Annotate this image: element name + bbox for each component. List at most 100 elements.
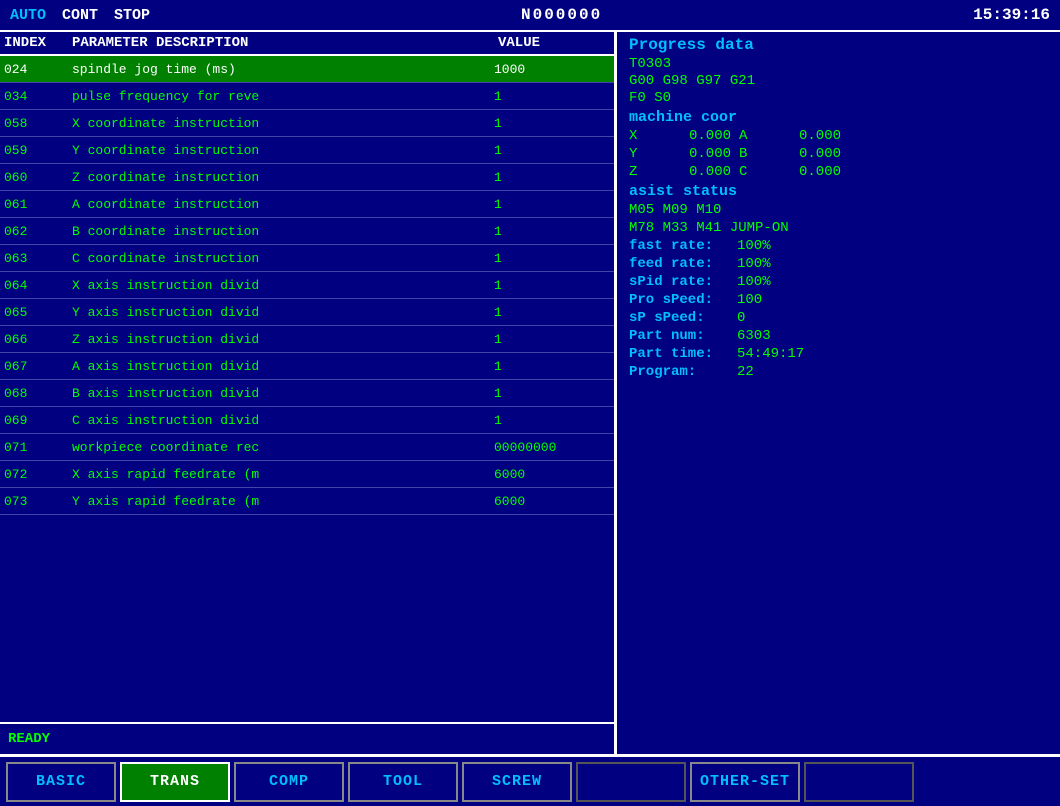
table-row[interactable]: 071 workpiece coordinate rec 00000000 xyxy=(0,434,614,461)
progress-title: Progress data xyxy=(629,36,1048,54)
table-row[interactable]: 073 Y axis rapid feedrate (m 6000 xyxy=(0,488,614,515)
row-desc: C axis instruction divid xyxy=(72,413,490,428)
tab-screw[interactable]: SCREW xyxy=(462,762,572,802)
fs-line: F0 S0 xyxy=(629,90,1048,106)
part-num-row: Part num: 6303 xyxy=(629,328,1048,344)
row-value: 00000000 xyxy=(490,440,610,455)
row-value: 1 xyxy=(490,278,610,293)
table-row[interactable]: 024 spindle jog time (ms) 1000 xyxy=(0,56,614,83)
sp-speed-row: sP sPeed: 0 xyxy=(629,310,1048,326)
table-header: INDEX PARAMETER DESCRIPTION VALUE xyxy=(0,32,614,56)
tab-basic[interactable]: BASIC xyxy=(6,762,116,802)
fast-rate-val: 100% xyxy=(737,238,771,254)
right-panel: Progress data T0303 G00 G98 G97 G21 F0 S… xyxy=(617,32,1060,754)
coords-area: X 0.000 A 0.000 Y 0.000 B 0.000 Z 0.000 … xyxy=(629,128,1048,180)
part-num-label: Part num: xyxy=(629,328,729,344)
col-desc: PARAMETER DESCRIPTION xyxy=(72,35,490,51)
coord-val1: 0.000 xyxy=(659,128,739,144)
row-index: 065 xyxy=(4,305,72,320)
row-desc: Z axis instruction divid xyxy=(72,332,490,347)
spid-rate-label: sPid rate: xyxy=(629,274,729,290)
coord-axis2: C xyxy=(739,164,769,180)
row-value: 1000 xyxy=(490,62,610,77)
spid-rate-row: sPid rate: 100% xyxy=(629,274,1048,290)
table-row[interactable]: 063 C coordinate instruction 1 xyxy=(0,245,614,272)
tab-tool[interactable]: TOOL xyxy=(348,762,458,802)
tab-comp[interactable]: COMP xyxy=(234,762,344,802)
row-desc: B axis instruction divid xyxy=(72,386,490,401)
program-val: 22 xyxy=(737,364,754,380)
status1-label: CONT xyxy=(62,7,98,24)
row-index: 034 xyxy=(4,89,72,104)
row-desc: Y coordinate instruction xyxy=(72,143,490,158)
row-value: 1 xyxy=(490,116,610,131)
tab-other-set[interactable]: OTHER-SET xyxy=(690,762,800,802)
table-row[interactable]: 068 B axis instruction divid 1 xyxy=(0,380,614,407)
spid-rate-val: 100% xyxy=(737,274,771,290)
row-desc: Y axis instruction divid xyxy=(72,305,490,320)
status-text: READY xyxy=(8,731,50,747)
sp-speed-val: 0 xyxy=(737,310,745,326)
top-bar: AUTO CONT STOP N000000 15:39:16 xyxy=(0,0,1060,32)
table-row[interactable]: 072 X axis rapid feedrate (m 6000 xyxy=(0,461,614,488)
mode-label: AUTO xyxy=(10,7,46,24)
part-num-val: 6303 xyxy=(737,328,771,344)
table-row[interactable]: 069 C axis instruction divid 1 xyxy=(0,407,614,434)
table-row[interactable]: 060 Z coordinate instruction 1 xyxy=(0,164,614,191)
table-row[interactable]: 058 X coordinate instruction 1 xyxy=(0,110,614,137)
row-desc: X axis rapid feedrate (m xyxy=(72,467,490,482)
table-row[interactable]: 066 Z axis instruction divid 1 xyxy=(0,326,614,353)
row-desc: Z coordinate instruction xyxy=(72,170,490,185)
row-index: 072 xyxy=(4,467,72,482)
coord-row: Z 0.000 C 0.000 xyxy=(629,164,1048,180)
coord-axis1: Y xyxy=(629,146,659,162)
row-value: 1 xyxy=(490,197,610,212)
part-time-label: Part time: xyxy=(629,346,729,362)
row-index: 069 xyxy=(4,413,72,428)
row-desc: X coordinate instruction xyxy=(72,116,490,131)
row-value: 1 xyxy=(490,386,610,401)
part-time-row: Part time: 54:49:17 xyxy=(629,346,1048,362)
coord-row: X 0.000 A 0.000 xyxy=(629,128,1048,144)
table-row[interactable]: 065 Y axis instruction divid 1 xyxy=(0,299,614,326)
table-row[interactable]: 064 X axis instruction divid 1 xyxy=(0,272,614,299)
row-index: 063 xyxy=(4,251,72,266)
row-index: 059 xyxy=(4,143,72,158)
sp-speed-label: sP sPeed: xyxy=(629,310,729,326)
row-index: 068 xyxy=(4,386,72,401)
row-index: 064 xyxy=(4,278,72,293)
asist-title: asist status xyxy=(629,183,1048,200)
main-area: INDEX PARAMETER DESCRIPTION VALUE 024 sp… xyxy=(0,32,1060,754)
row-index: 060 xyxy=(4,170,72,185)
table-row[interactable]: 062 B coordinate instruction 1 xyxy=(0,218,614,245)
status2-label: STOP xyxy=(114,7,150,24)
row-value: 1 xyxy=(490,224,610,239)
part-time-val: 54:49:17 xyxy=(737,346,804,362)
coord-row: Y 0.000 B 0.000 xyxy=(629,146,1048,162)
tab-bar: BASICTRANSCOMPTOOLSCREW OTHER-SET xyxy=(0,754,1060,806)
table-row[interactable]: 034 pulse frequency for reve 1 xyxy=(0,83,614,110)
row-index: 073 xyxy=(4,494,72,509)
row-index: 061 xyxy=(4,197,72,212)
row-index: 058 xyxy=(4,116,72,131)
row-value: 1 xyxy=(490,413,610,428)
coord-val2: 0.000 xyxy=(769,128,849,144)
col-index: INDEX xyxy=(4,35,72,51)
status-bar: READY xyxy=(0,722,614,754)
row-desc: B coordinate instruction xyxy=(72,224,490,239)
row-desc: A coordinate instruction xyxy=(72,197,490,212)
m-codes-1: M05 M09 M10 xyxy=(629,202,721,218)
m-codes-row2: M78 M33 M41 JUMP-ON xyxy=(629,220,1048,236)
row-value: 1 xyxy=(490,170,610,185)
table-row[interactable]: 061 A coordinate instruction 1 xyxy=(0,191,614,218)
pro-speed-val: 100 xyxy=(737,292,762,308)
row-desc: X axis instruction divid xyxy=(72,278,490,293)
program-number: N000000 xyxy=(521,6,602,24)
table-row[interactable]: 059 Y coordinate instruction 1 xyxy=(0,137,614,164)
table-row[interactable]: 067 A axis instruction divid 1 xyxy=(0,353,614,380)
gcode-line: G00 G98 G97 G21 xyxy=(629,73,1048,89)
tab-trans[interactable]: TRANS xyxy=(120,762,230,802)
coord-axis2: A xyxy=(739,128,769,144)
row-index: 067 xyxy=(4,359,72,374)
feed-rate-val: 100% xyxy=(737,256,771,272)
